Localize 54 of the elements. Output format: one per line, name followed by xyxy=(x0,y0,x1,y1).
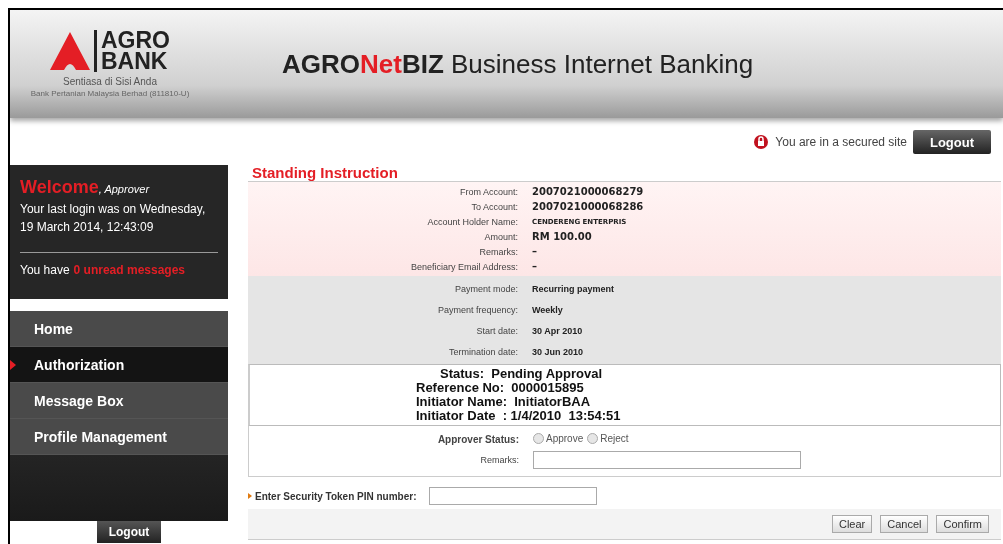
field-label: Remarks: xyxy=(479,455,519,465)
logo-text: BANK xyxy=(101,51,169,72)
field-label: From Account: xyxy=(458,186,518,197)
status-line: Status: Pending Approval xyxy=(439,367,604,381)
field-value: 30 Apr 2010 xyxy=(532,325,584,336)
logout-button[interactable]: Logout xyxy=(913,130,991,154)
lock-icon xyxy=(753,134,770,150)
banner-title: AGRONetBIZ Business Internet Banking xyxy=(282,48,754,80)
bullet-icon xyxy=(248,493,252,499)
status-line: Reference No: 0000015895 xyxy=(415,381,584,395)
action-button[interactable]: Confirm xyxy=(936,515,989,533)
field-label: Account Holder Name: xyxy=(426,216,518,227)
field-label: Termination date: xyxy=(447,346,518,357)
remarks-input[interactable] xyxy=(533,451,801,470)
field-value: – xyxy=(532,246,538,257)
action-button[interactable]: Cancel xyxy=(880,515,929,533)
messages-text: You have xyxy=(20,263,70,277)
company-name: Bank Pertanian Malaysia Berhad (811810-U) xyxy=(30,89,190,98)
menu-item[interactable]: Profile Management xyxy=(10,419,228,455)
field-value: – xyxy=(532,261,538,272)
secure-site-text: You are in a secured site xyxy=(775,135,907,149)
logout-button[interactable]: Logout xyxy=(97,521,161,543)
welcome-heading: Welcome xyxy=(20,177,99,198)
field-label: Remarks: xyxy=(478,246,518,257)
field-label: Payment mode: xyxy=(453,283,518,294)
field-label: Start date: xyxy=(475,325,518,336)
menu-item[interactable]: Home xyxy=(10,311,228,347)
status-line: Initiator Name: InitiatorBAA xyxy=(415,395,592,409)
field-value: Recurring payment xyxy=(532,283,616,294)
pin-input[interactable] xyxy=(428,487,597,505)
status-line: Initiator Date : 1/4/2010 13:54:51 xyxy=(415,409,622,423)
field-value: 2007021000068286 xyxy=(532,201,645,212)
field-label: Beneficiary Email Address: xyxy=(409,261,518,272)
user-role: , Approver xyxy=(98,183,150,195)
menu-item[interactable]: Authorization xyxy=(10,347,228,383)
field-value: 2007021000068279 xyxy=(532,186,645,197)
field-value: Weekly xyxy=(532,304,564,315)
field-label: Payment frequency: xyxy=(436,304,518,315)
logo-text: AGRO xyxy=(101,30,170,51)
field-value: RM 100.00 xyxy=(532,231,593,242)
tagline: Sentiasa di Sisi Anda xyxy=(63,76,157,87)
field-label: Amount: xyxy=(483,231,518,242)
token-label: Enter Security Token PIN number: xyxy=(248,490,417,502)
action-button[interactable]: Clear xyxy=(831,515,873,533)
field-label: To Account: xyxy=(470,201,518,212)
field-value: 30 Jun 2010 xyxy=(532,346,585,357)
arrow-icon xyxy=(10,360,16,370)
menu-item[interactable]: Message Box xyxy=(10,383,228,419)
field-label: Approver Status: xyxy=(436,433,519,445)
page-title: Standing Instruction xyxy=(252,164,399,181)
radio-option[interactable]: Reject xyxy=(587,433,629,444)
radio-option[interactable]: Approve xyxy=(533,433,584,444)
logo-icon xyxy=(50,32,90,70)
last-login-text: Your last login was on Wednesday, 19 March 2014, 12:43:09 xyxy=(20,201,207,236)
